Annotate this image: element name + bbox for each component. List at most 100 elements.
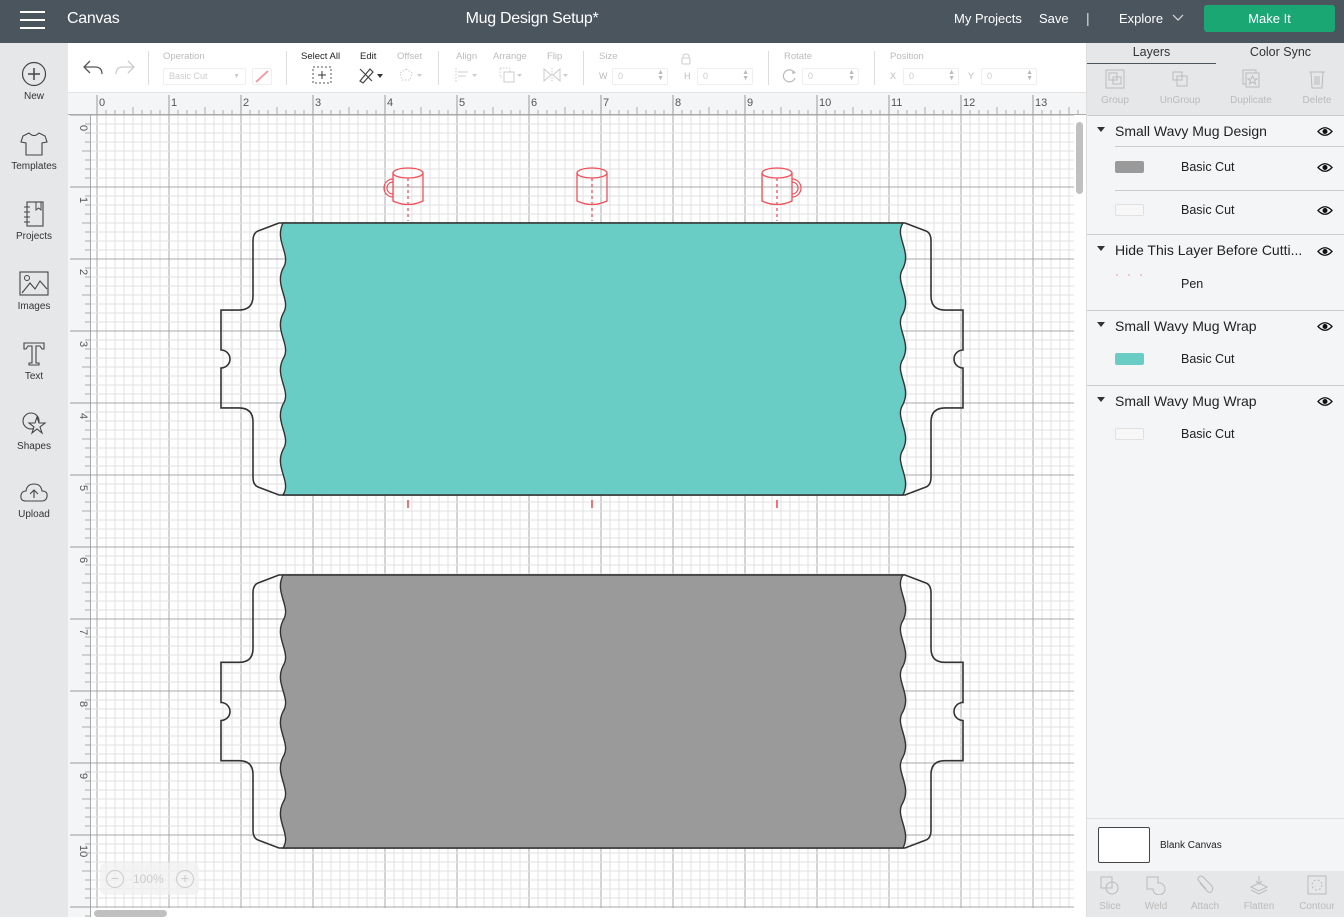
weld-button[interactable]: Weld [1130,875,1182,912]
sidebar-item-templates[interactable]: Templates [0,131,68,191]
sidebar-item-label: Projects [15,231,53,242]
sidebar-item-text[interactable]: Text [0,341,68,401]
eye-icon[interactable] [1317,396,1333,407]
duplicate-button[interactable]: Duplicate [1219,68,1283,106]
collapse-caret-icon[interactable] [1097,322,1105,327]
undo-icon[interactable] [82,58,104,76]
explore-menu[interactable]: Explore [1119,11,1163,26]
tab-layers[interactable]: Layers [1087,45,1216,64]
layer-header[interactable]: Hide This Layer Before Cutti... [1087,236,1344,264]
mug-guide-icon [761,167,802,221]
ruler-label: 9 [747,97,753,109]
height-value: 0 [703,71,709,81]
ruler-label: 2 [77,269,89,275]
rotate-input[interactable]: 0 ▲ ▼ [802,68,859,85]
layer-item-basic-cut[interactable]: Basic Cut [1087,191,1344,229]
ruler-label: 1 [77,197,89,203]
sidebar-item-new[interactable]: New [0,61,68,121]
notebook-icon [24,201,44,227]
mug-wrap-teal[interactable] [220,222,964,496]
zoom-control: − 100% + [100,863,199,895]
edit-tools-icon[interactable] [357,66,385,84]
eye-icon[interactable] [1317,126,1333,137]
sidebar-item-shapes[interactable]: Shapes [0,411,68,471]
my-projects-link[interactable]: My Projects [954,11,1022,26]
delete-button[interactable]: Delete [1285,68,1344,106]
layer-header[interactable]: Small Wavy Mug Design [1087,117,1344,145]
collapse-caret-icon[interactable] [1097,246,1105,251]
zoom-out-button[interactable]: − [106,870,124,888]
operation-label: Operation [163,51,205,62]
blank-canvas-layer[interactable]: Blank Canvas [1087,818,1344,871]
eye-icon[interactable] [1317,246,1333,257]
sidebar-item-label: Shapes [17,441,51,452]
group-button[interactable]: Group [1083,68,1147,106]
nav-separator: | [1086,10,1090,26]
vertical-scroll-thumb[interactable] [1076,122,1083,194]
width-input[interactable]: 0 ▲ ▼ [612,68,668,85]
blank-canvas-label: Blank Canvas [1160,840,1222,851]
eye-icon[interactable] [1317,205,1333,216]
select-all-icon[interactable] [312,66,332,84]
layer-color-swatch[interactable] [1115,428,1144,440]
image-icon [19,271,49,296]
layer-item-basic-cut[interactable]: Basic Cut [1087,340,1344,378]
height-input[interactable]: 0 ▲ ▼ [697,68,753,85]
ruler-label: 0 [77,125,89,131]
layer-color-swatch[interactable] [1115,353,1144,365]
layer-header[interactable]: Small Wavy Mug Wrap [1087,312,1344,340]
ruler-label: 6 [77,557,89,563]
layer-item-pen[interactable]: Pen [1087,266,1344,304]
lock-icon[interactable] [680,53,692,65]
flip-label: Flip [547,51,563,62]
layer-color-swatch[interactable] [1115,161,1144,173]
horizontal-scrollbar[interactable] [91,908,1074,917]
x-position-input[interactable]: 0 ▲ ▼ [903,68,959,85]
layer-header[interactable]: Small Wavy Mug Wrap [1087,387,1344,415]
eye-icon[interactable] [1317,162,1333,173]
design-canvas[interactable] [91,115,1074,908]
sidebar-item-projects[interactable]: Projects [0,201,68,261]
layer-color-swatch[interactable] [1115,204,1144,216]
layer-item-basic-cut[interactable]: Basic Cut [1087,148,1344,186]
sidebar-item-upload[interactable]: Upload [0,481,68,541]
save-link[interactable]: Save [1039,11,1069,26]
y-position-input[interactable]: 0 ▲ ▼ [981,68,1037,85]
layer-name: Hide This Layer Before Cutti... [1115,242,1303,258]
vertical-scrollbar[interactable] [1074,115,1086,908]
operation-color-swatch[interactable] [252,68,272,85]
offset-icon [399,68,422,81]
horizontal-ruler: 0 1 2 3 4 5 6 7 8 9 10 11 12 13 [68,93,1097,115]
weld-label: Weld [1144,901,1168,912]
redo-icon[interactable] [114,58,136,76]
ruler-label: 10 [77,845,89,857]
horizontal-scroll-thumb[interactable] [94,910,167,917]
ungroup-button[interactable]: UnGroup [1148,68,1212,106]
contour-button[interactable]: Contour [1291,875,1343,912]
blank-canvas-swatch[interactable] [1098,827,1150,863]
tshirt-icon [20,132,48,156]
collapse-caret-icon[interactable] [1097,127,1105,132]
paperclip-icon [1197,875,1214,893]
group-icon [1105,69,1125,89]
sidebar-item-images[interactable]: Images [0,271,68,331]
ruler-label: 10 [819,97,831,109]
flatten-button[interactable]: Flatten [1233,875,1285,912]
chevron-down-icon[interactable] [1172,12,1184,22]
tab-color-sync[interactable]: Color Sync [1216,45,1344,59]
zoom-in-button[interactable]: + [176,870,194,888]
edit-label: Edit [360,51,377,62]
operation-select[interactable]: Basic Cut ▼ [163,68,246,85]
layer-actions: Group UnGroup Duplicate Delete [1087,64,1344,116]
vertical-ruler: 01234567891011 [68,114,91,922]
ruler-label: 9 [77,773,89,779]
make-it-button[interactable]: Make It [1204,5,1335,32]
eye-icon[interactable] [1317,321,1333,332]
mug-wrap-gray[interactable] [220,574,964,849]
attach-button[interactable]: Attach [1179,875,1231,912]
ruler-label: 13 [1035,97,1047,109]
collapse-caret-icon[interactable] [1097,397,1105,402]
layer-item-basic-cut[interactable]: Basic Cut [1087,415,1344,453]
plus-circle-icon [21,61,47,87]
slice-button[interactable]: Slice [1084,875,1136,912]
